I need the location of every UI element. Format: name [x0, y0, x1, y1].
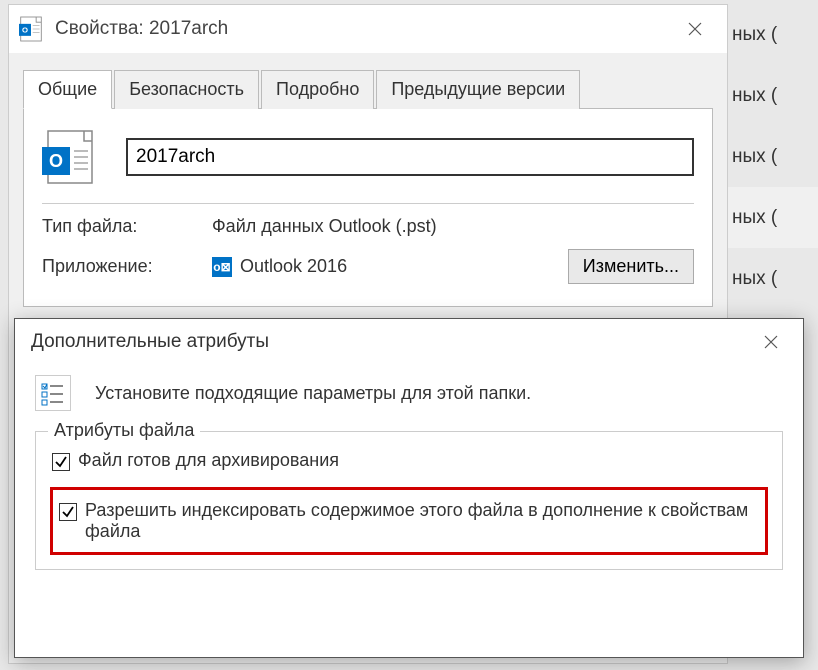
properties-title: Свойства: 2017arch: [55, 18, 671, 40]
archive-checkbox-row: Файл готов для архивирования: [50, 446, 768, 475]
instruction-row: Установите подходящие параметры для этой…: [35, 375, 783, 411]
svg-text:O: O: [22, 25, 28, 34]
filename-input[interactable]: [126, 138, 694, 176]
outlook-icon: o⊠: [212, 257, 232, 277]
attributes-title: Дополнительные атрибуты: [31, 331, 747, 353]
file-attributes-group: Атрибуты файла Файл готов для архивирова…: [35, 431, 783, 570]
index-highlight: Разрешить индексировать содержимое этого…: [50, 487, 768, 555]
attributes-titlebar: Дополнительные атрибуты: [15, 319, 803, 365]
bg-item: ных (: [728, 126, 818, 187]
tab-prev-versions[interactable]: Предыдущие версии: [376, 70, 580, 109]
bg-item: ных (: [728, 187, 818, 248]
application-name: Outlook 2016: [240, 256, 347, 277]
properties-titlebar: O Свойства: 2017arch: [9, 5, 727, 53]
checklist-icon: [35, 375, 71, 411]
change-app-button[interactable]: Изменить...: [568, 249, 694, 284]
index-checkbox-row: Разрешить индексировать содержимое этого…: [57, 496, 761, 546]
instruction-text: Установите подходящие параметры для этой…: [95, 383, 531, 404]
index-checkbox-label: Разрешить индексировать содержимое этого…: [85, 500, 759, 542]
tab-security[interactable]: Безопасность: [114, 70, 259, 109]
filetype-value: Файл данных Outlook (.pst): [212, 216, 694, 237]
bg-item: ных (: [728, 248, 818, 309]
attributes-body: Установите подходящие параметры для этой…: [15, 365, 803, 580]
application-row: Приложение: o⊠ Outlook 2016 Изменить...: [42, 249, 694, 284]
application-value: o⊠ Outlook 2016: [212, 256, 568, 277]
file-attributes-legend: Атрибуты файла: [48, 420, 200, 441]
file-icon: O: [17, 15, 45, 43]
filetype-label: Тип файла:: [42, 216, 212, 237]
advanced-attributes-dialog: Дополнительные атрибуты Установите подхо…: [14, 318, 804, 658]
index-checkbox[interactable]: [59, 503, 77, 521]
attributes-close-button[interactable]: [747, 318, 795, 366]
close-button[interactable]: [671, 5, 719, 53]
filetype-row: Тип файла: Файл данных Outlook (.pst): [42, 216, 694, 237]
tab-details[interactable]: Подробно: [261, 70, 374, 109]
svg-text:O: O: [49, 151, 63, 171]
filename-row: O: [42, 127, 694, 204]
bg-item: ных (: [728, 65, 818, 126]
bg-item: ных (: [728, 4, 818, 65]
tab-general[interactable]: Общие: [23, 70, 112, 109]
tab-strip: Общие Безопасность Подробно Предыдущие в…: [23, 69, 713, 109]
application-label: Приложение:: [42, 256, 212, 277]
archive-checkbox-label: Файл готов для архивирования: [78, 450, 339, 471]
general-panel: O Тип файла: Файл данных Outlook (.pst) …: [23, 109, 713, 307]
archive-checkbox[interactable]: [52, 453, 70, 471]
file-type-icon: O: [42, 127, 96, 187]
